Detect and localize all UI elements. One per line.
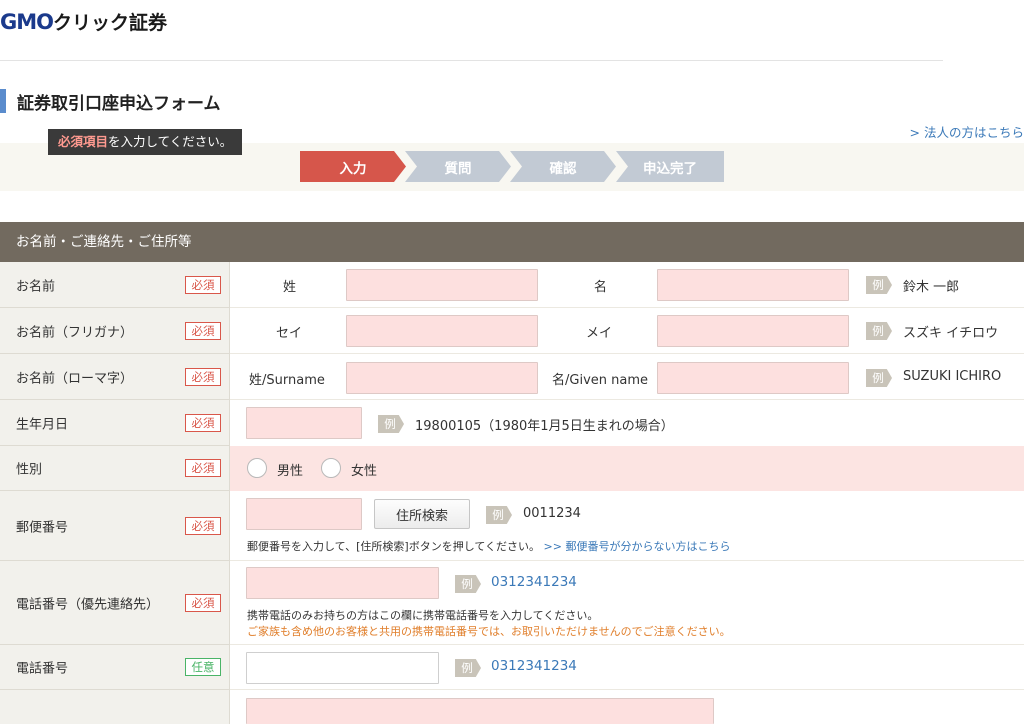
postal-example: 0011234 <box>523 506 581 521</box>
label-postal-text: 郵便番号 <box>16 520 69 535</box>
row-divider <box>230 307 1024 308</box>
primary-phone-input[interactable] <box>246 567 439 599</box>
gmo-click-logo[interactable]: GMOクリック証券 <box>0 8 167 35</box>
birthdate-input[interactable] <box>246 407 362 439</box>
label-next <box>0 690 230 724</box>
step-input: 入力 <box>300 151 406 182</box>
row-divider <box>230 689 1024 690</box>
logo-latin: GMO <box>0 10 54 34</box>
row-divider <box>230 399 1024 400</box>
corporate-link[interactable]: > 法人の方はこちら <box>910 122 1024 141</box>
surname-roman-input[interactable] <box>346 362 538 394</box>
label-birthdate: 生年月日 必須 <box>0 400 230 446</box>
postal-note: 郵便番号を入力して、[住所検索]ボタンを押してください。 >> 郵便番号が分から… <box>247 538 730 554</box>
phone-input[interactable] <box>246 652 439 684</box>
required-badge: 必須 <box>185 275 221 294</box>
surname-label: 姓 <box>283 280 297 295</box>
label-kana: お名前（フリガナ） 必須 <box>0 308 230 354</box>
required-notice-tooltip: 必須項目を入力してください。 <box>48 129 243 155</box>
given-name-label: 名 <box>594 280 608 295</box>
address-search-button[interactable]: 住所検索 <box>374 499 470 529</box>
example-tag: 例 <box>455 575 481 593</box>
required-badge: 必須 <box>185 459 221 477</box>
example-tag: 例 <box>486 506 512 524</box>
male-label: 男性 <box>277 464 304 479</box>
name-example: 鈴木 一郎 <box>903 280 960 295</box>
example-tag: 例 <box>455 659 481 677</box>
label-phone: 電話番号 任意 <box>0 645 230 690</box>
row-divider <box>230 353 1024 354</box>
surname-roman-label: 姓/Surname <box>249 373 325 388</box>
logo-kana: クリック証券 <box>53 12 168 34</box>
primary-phone-example: 0312341234 <box>491 574 577 590</box>
required-badge: 必須 <box>185 516 221 535</box>
given-name-roman-label: 名/Given name <box>552 373 648 388</box>
postal-note-text: 郵便番号を入力して、[住所検索]ボタンを押してください。 <box>247 540 541 553</box>
required-notice-highlight: 必須項目 <box>58 134 109 149</box>
required-badge: 必須 <box>185 367 221 386</box>
primary-phone-note: 携帯電話のみお持ちの方はこの欄に携帯電話番号を入力してください。 <box>247 609 599 622</box>
label-gender: 性別 必須 <box>0 446 230 491</box>
label-phone-text: 電話番号 <box>16 661 69 677</box>
female-radio[interactable] <box>321 458 341 478</box>
optional-badge: 任意 <box>185 658 221 676</box>
step-confirm: 確認 <box>510 151 616 182</box>
given-name-kana-label: メイ <box>586 326 613 341</box>
phone-example: 0312341234 <box>491 658 577 674</box>
surname-kana-label: セイ <box>276 326 303 341</box>
gender-row-highlight <box>230 446 1024 491</box>
label-name: お名前 必須 <box>0 262 230 308</box>
label-roman-text: お名前（ローマ字） <box>16 371 134 386</box>
label-roman: お名前（ローマ字） 必須 <box>0 354 230 400</box>
example-tag: 例 <box>378 415 404 433</box>
postal-code-input[interactable] <box>246 498 362 530</box>
required-badge: 必須 <box>185 321 221 340</box>
example-tag: 例 <box>866 322 892 340</box>
label-phone-primary: 電話番号（優先連絡先） 必須 <box>0 561 230 645</box>
label-gender-text: 性別 <box>16 462 43 478</box>
required-badge: 必須 <box>185 413 221 432</box>
step-complete: 申込完了 <box>616 151 724 182</box>
surname-kana-input[interactable] <box>346 315 538 347</box>
postal-unknown-link[interactable]: >> 郵便番号が分からない方はこちら <box>544 540 731 553</box>
next-field-input[interactable] <box>246 698 714 724</box>
title-accent-bar <box>0 89 6 113</box>
roman-example: SUZUKI ICHIRO <box>903 369 1002 384</box>
female-label: 女性 <box>351 464 378 479</box>
kana-example: スズキ イチロウ <box>903 326 999 341</box>
label-birthdate-text: 生年月日 <box>16 417 69 432</box>
label-postal: 郵便番号 必須 <box>0 491 230 561</box>
required-notice-text: を入力してください。 <box>108 134 233 149</box>
row-divider <box>230 644 1024 645</box>
birthdate-example: 19800105（1980年1月5日生まれの場合） <box>415 419 674 434</box>
row-divider <box>230 560 1024 561</box>
label-phone-primary-text: 電話番号（優先連絡先） <box>16 597 160 612</box>
male-radio[interactable] <box>247 458 267 478</box>
label-name-text: お名前 <box>16 279 56 294</box>
header-divider <box>0 60 943 61</box>
step-question: 質問 <box>405 151 511 182</box>
primary-phone-warning: ご家族も含め他のお客様と共用の携帯電話番号では、お取引いただけませんのでご注意く… <box>247 625 731 638</box>
example-tag: 例 <box>866 276 892 294</box>
given-name-kana-input[interactable] <box>657 315 849 347</box>
label-kana-text: お名前（フリガナ） <box>16 325 134 340</box>
surname-input[interactable] <box>346 269 538 301</box>
given-name-roman-input[interactable] <box>657 362 849 394</box>
example-tag: 例 <box>866 369 892 387</box>
given-name-input[interactable] <box>657 269 849 301</box>
section-header: お名前・ご連絡先・ご住所等 <box>0 222 1024 262</box>
page-title: 証券取引口座申込フォーム <box>17 94 221 114</box>
required-badge: 必須 <box>185 593 221 612</box>
